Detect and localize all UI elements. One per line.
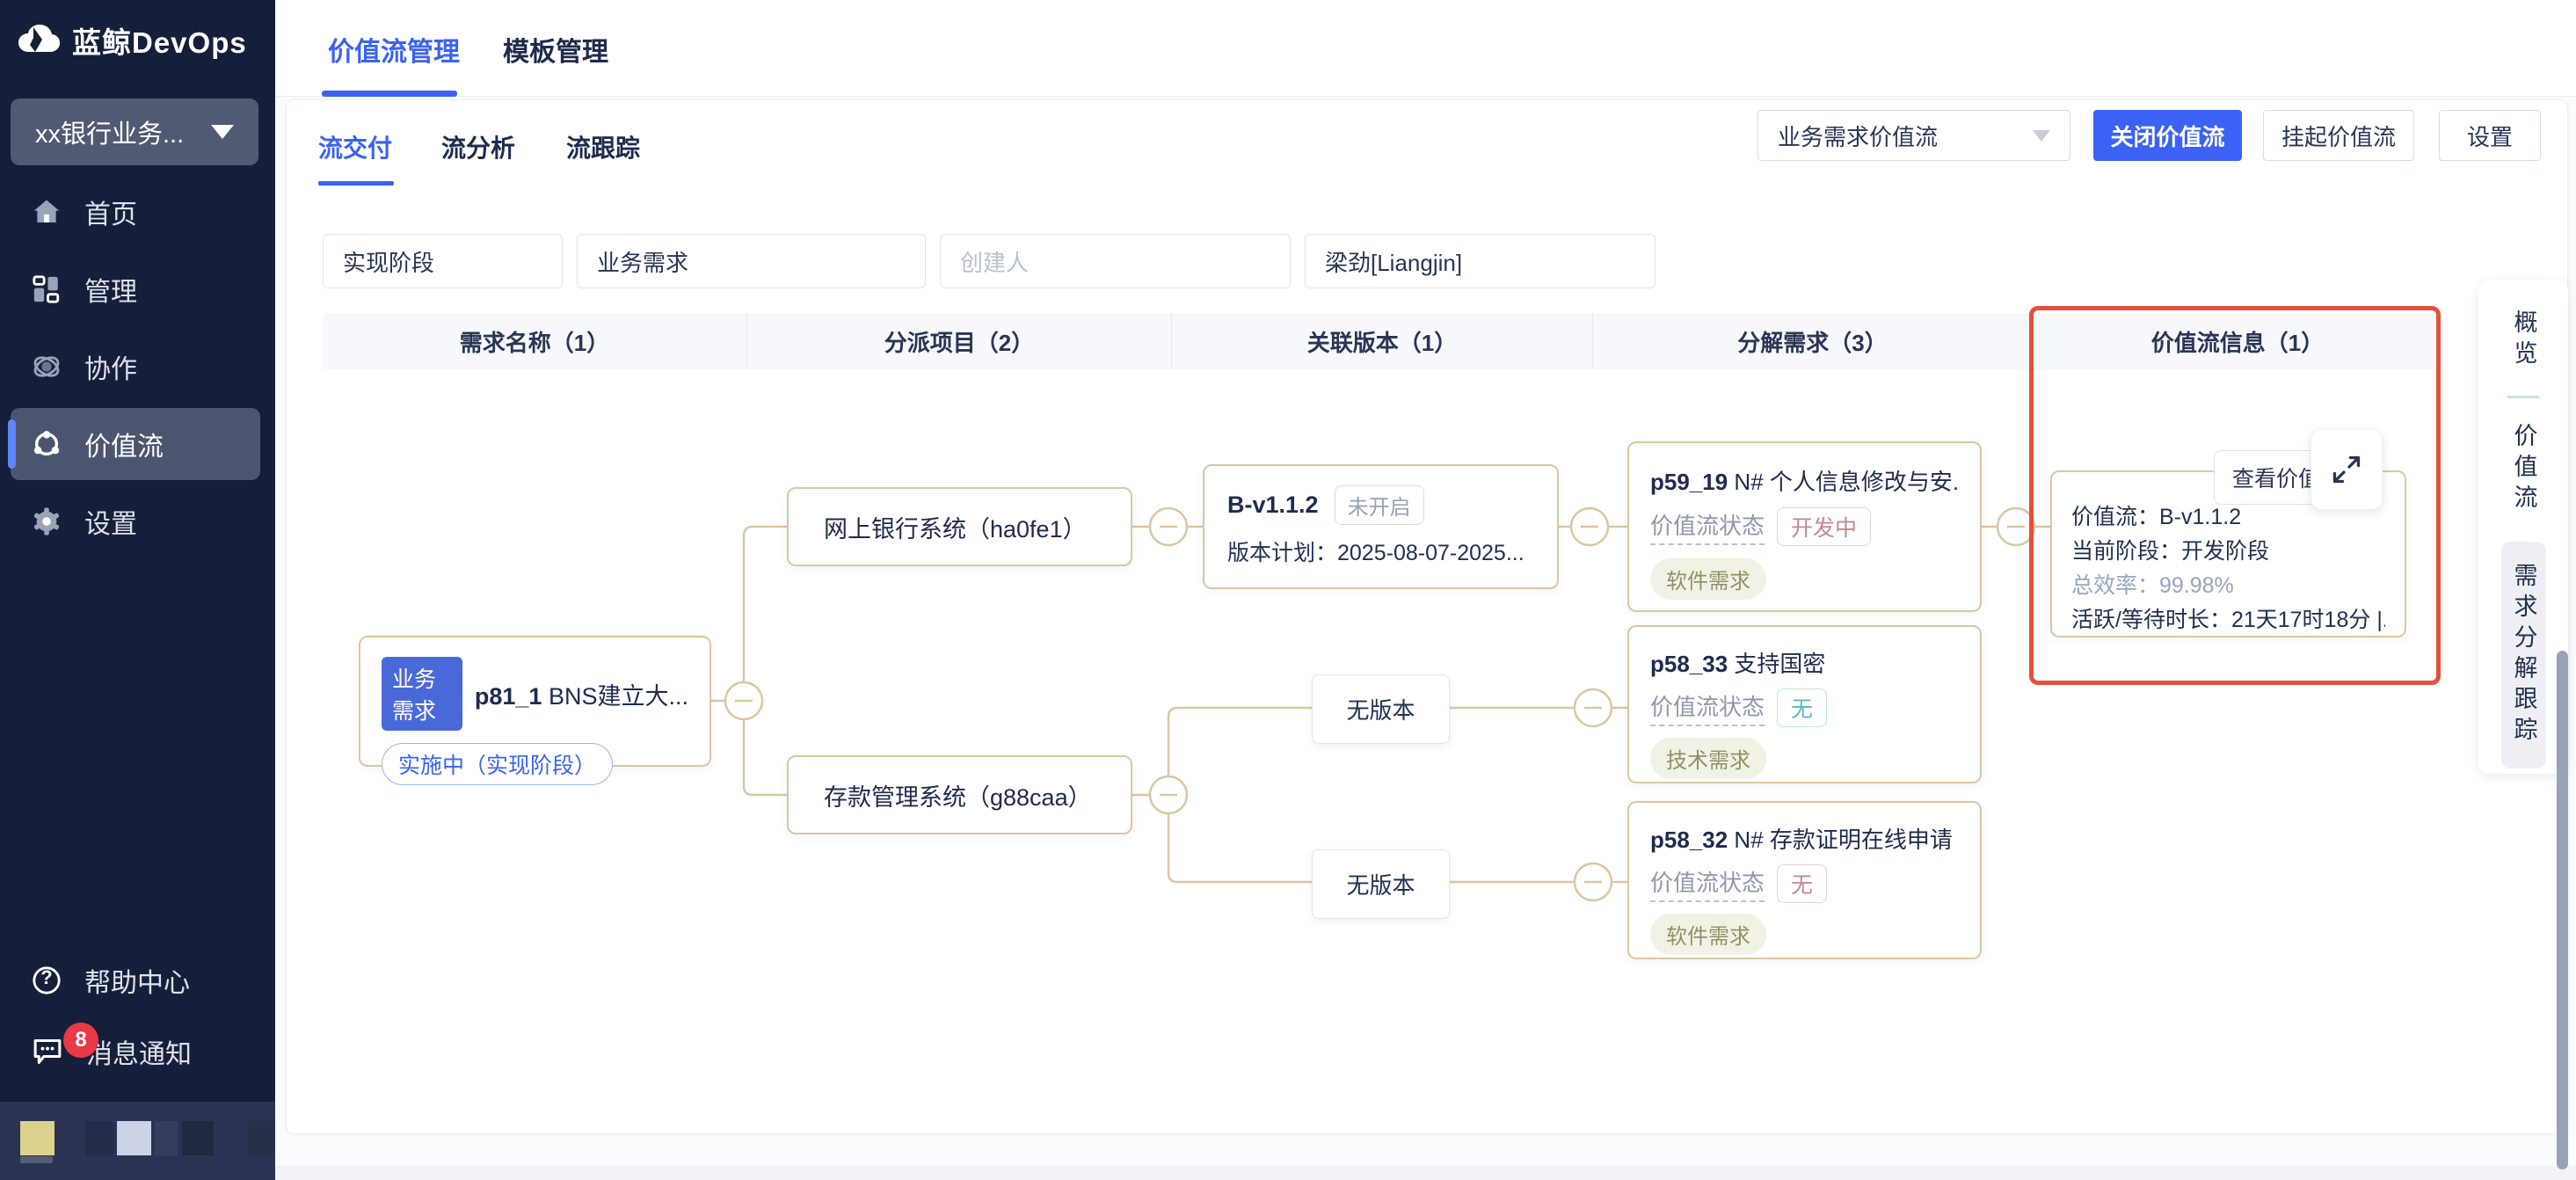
expand-arrows-icon (2331, 454, 2362, 485)
panel-item-overview[interactable]: 概览 (2512, 310, 2536, 371)
taskbar-swatch[interactable] (117, 1121, 151, 1155)
collapse-toggle[interactable] (1150, 776, 1187, 813)
app-logo[interactable]: 蓝鲸DevOps (16, 19, 247, 62)
taskbar-strip (0, 1102, 275, 1180)
current-stage-line: 当前阶段：开发阶段 (2071, 535, 2385, 569)
gear-icon (32, 506, 62, 536)
project-node-deposit-management[interactable]: 存款管理系统（g88caa） (787, 755, 1132, 834)
vertical-scrollbar-thumb[interactable] (2557, 651, 2568, 1169)
project-selector-value: xx银行业务... (35, 113, 211, 150)
app-logo-text: 蓝鲸DevOps (72, 19, 247, 62)
question-circle-icon: ? (32, 965, 62, 995)
tab-template-management[interactable]: 模板管理 (503, 30, 608, 69)
no-version-label: 无版本 (1346, 693, 1415, 725)
sidebar-item-collab[interactable]: 协作 (0, 328, 275, 405)
sidebar-item-home[interactable]: 首页 (0, 173, 275, 251)
sidebar-item-label: 协作 (84, 347, 137, 386)
home-icon (32, 197, 62, 227)
sidebar-item-help[interactable]: ? 帮助中心 (0, 942, 275, 1019)
no-version-label: 无版本 (1346, 868, 1415, 900)
no-version-node[interactable]: 无版本 (1312, 674, 1450, 744)
sidebar-item-notifications[interactable]: 8 消息通知 (0, 1013, 275, 1090)
node-title: N# 存款证明在线申请 (1734, 827, 1952, 853)
valuestream-status-label[interactable]: 价值流状态 (1650, 865, 1765, 902)
project-node-label: 存款管理系统（g88caa） (824, 778, 1092, 812)
sidebar-item-label: 价值流 (84, 425, 164, 463)
sidebar-item-label: 管理 (84, 270, 137, 309)
collapse-toggle[interactable] (1997, 508, 2034, 545)
version-status-tag: 未开启 (1335, 485, 1424, 525)
node-title: 支持国密 (1734, 651, 1825, 677)
tab-valuestream-management[interactable]: 价值流管理 (328, 30, 460, 69)
valuestream-status-label[interactable]: 价值流状态 (1650, 689, 1765, 726)
taskbar-swatch[interactable] (155, 1121, 178, 1155)
requirement-node-p58-32[interactable]: p58_32 N# 存款证明在线申请 价值流状态 无 软件需求 (1627, 801, 1982, 959)
requirement-type-tag: 技术需求 (1650, 738, 1766, 779)
sidebar-item-settings[interactable]: 设置 (0, 483, 275, 560)
value-stream-icon (32, 429, 62, 459)
chevron-down-icon (211, 125, 234, 139)
taskbar-swatch[interactable] (182, 1121, 214, 1155)
expand-fullscreen-button[interactable] (2310, 429, 2383, 510)
active-tab-underline (322, 91, 457, 97)
notification-badge: 8 (63, 1023, 98, 1058)
version-node[interactable]: B-v1.1.2 未开启 版本计划：2025-08-07-2025... (1203, 464, 1559, 589)
node-id: p58_33 (1650, 651, 1728, 677)
implementation-stage-pill: 实施中（实现阶段） (382, 743, 613, 785)
duration-line: 活跃/等待时长：21天17时18分 |... (2071, 603, 2385, 637)
sidebar-item-label: 首页 (84, 193, 137, 231)
version-plan: 版本计划：2025-08-07-2025... (1227, 535, 1534, 567)
valuestream-status-pill: 开发中 (1777, 507, 1871, 546)
node-id: p59_19 (1650, 469, 1728, 495)
version-name: B-v1.1.2 (1227, 492, 1319, 519)
collapse-toggle[interactable] (1571, 508, 1608, 545)
panel-divider (2507, 396, 2539, 398)
sidebar-item-label: 设置 (84, 502, 137, 541)
project-node-online-banking[interactable]: 网上银行系统（ha0fe1） (787, 487, 1132, 566)
taskbar-swatch[interactable] (85, 1121, 113, 1155)
taskbar-swatch[interactable] (20, 1121, 55, 1155)
node-title: BNS建立大... (549, 683, 688, 710)
chat-bubble-icon: 8 (32, 1037, 63, 1067)
project-selector[interactable]: xx银行业务... (11, 98, 258, 165)
collapse-toggle[interactable] (725, 682, 762, 719)
node-id: p58_32 (1650, 827, 1728, 853)
sidebar-item-valuestream[interactable]: 价值流 (0, 405, 275, 483)
blueking-whale-icon (16, 22, 62, 59)
project-node-label: 网上银行系统（ha0fe1） (824, 510, 1087, 544)
requirement-node-p59-19[interactable]: p59_19 N# 个人信息修改与安... 价值流状态 开发中 软件需求 (1627, 441, 1982, 612)
efficiency-line: 总效率：99.98% (2071, 569, 2385, 603)
panel-item-requirement-tracking[interactable]: 需求分解跟踪 (2501, 542, 2546, 768)
valuestream-status-label[interactable]: 价值流状态 (1650, 508, 1765, 545)
business-requirement-tag: 业务需求 (382, 657, 462, 731)
business-requirement-node[interactable]: 业务需求 p81_1 BNS建立大... 实施中（实现阶段） (359, 636, 711, 767)
taskbar-swatch[interactable] (248, 1121, 275, 1155)
valuestream-status-pill: 无 (1777, 688, 1827, 727)
requirement-node-p58-33[interactable]: p58_33 支持国密 价值流状态 无 技术需求 (1627, 625, 1982, 783)
no-version-node[interactable]: 无版本 (1312, 849, 1450, 919)
requirement-type-tag: 软件需求 (1650, 914, 1766, 955)
grid-icon (32, 274, 62, 304)
sidebar-item-label: 消息通知 (86, 1032, 192, 1071)
sidebar-item-label: 帮助中心 (84, 961, 190, 1000)
collapse-toggle[interactable] (1150, 508, 1187, 545)
collapse-toggle[interactable] (1575, 863, 1612, 900)
taskbar-active-bar (20, 1156, 53, 1163)
top-navigation-bar: 价值流管理 模板管理 (275, 0, 2576, 97)
right-side-panel: 概览 价值流 需求分解跟踪 (2478, 280, 2568, 774)
collapse-toggle[interactable] (1575, 689, 1612, 726)
panel-item-valuestream[interactable]: 价值流 (2512, 423, 2536, 515)
sidebar: 蓝鲸DevOps xx银行业务... 首页 管理 (0, 0, 275, 1180)
panel-item-label: 需求分解跟踪 (2512, 563, 2536, 747)
collaboration-icon (32, 352, 62, 382)
requirement-type-tag: 软件需求 (1650, 558, 1766, 600)
node-id: p81_1 (475, 683, 542, 710)
sidebar-item-manage[interactable]: 管理 (0, 251, 275, 328)
node-title: N# 个人信息修改与安... (1734, 469, 1959, 495)
valuestream-status-pill: 无 (1777, 864, 1827, 903)
